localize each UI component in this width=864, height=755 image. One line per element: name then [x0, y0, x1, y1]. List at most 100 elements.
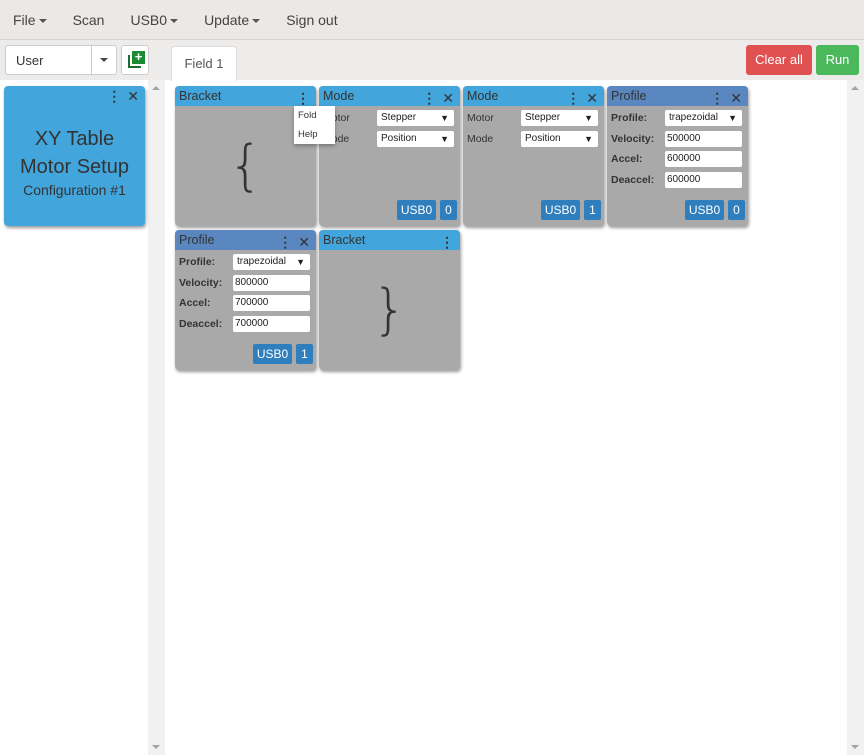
menu-update[interactable]: Update: [204, 11, 261, 28]
left-scrollbar[interactable]: [148, 80, 165, 755]
field-label: Mode: [467, 132, 494, 145]
configuration-card[interactable]: ⋮ ✕ XY Table Motor Setup Configuration #1: [4, 86, 145, 226]
more-vertical-icon[interactable]: ⋮: [440, 232, 454, 252]
config-subtitle: Configuration #1: [23, 182, 126, 198]
block-title: Bracket: [179, 89, 222, 103]
menu-item-fold[interactable]: Fold: [294, 106, 335, 125]
index-badge[interactable]: 1: [584, 200, 601, 220]
bracket-symbol: }: [372, 278, 407, 341]
workspace-scrollbar[interactable]: [847, 80, 864, 755]
field-select[interactable]: Position: [521, 130, 598, 147]
field-select[interactable]: Stepper: [521, 110, 598, 126]
config-title-line1: XY Table: [34, 128, 115, 150]
field-label: Deaccel:: [179, 317, 223, 330]
port-badge[interactable]: USB0: [253, 344, 292, 364]
scroll-down-icon[interactable]: [152, 745, 160, 749]
index-badge[interactable]: 0: [440, 200, 457, 220]
config-title-line2: Motor Setup: [20, 156, 129, 178]
user-select[interactable]: User: [5, 45, 117, 75]
block-title: Profile: [179, 233, 215, 247]
more-vertical-icon[interactable]: ⋮: [296, 88, 310, 108]
bracket-block[interactable]: Bracket ⋮}: [319, 230, 460, 370]
field-label: Profile:: [179, 256, 216, 268]
close-icon[interactable]: ✕: [298, 232, 310, 252]
add-field-button[interactable]: +: [121, 45, 149, 75]
more-vertical-icon[interactable]: ⋮: [710, 88, 724, 108]
menu-label: Sign out: [286, 11, 338, 28]
block-header: Profile ⋮ ✕: [175, 230, 316, 250]
field-select[interactable]: trapezoidal: [665, 110, 742, 126]
close-icon[interactable]: ✕: [730, 88, 742, 108]
field-label: Accel:: [179, 297, 211, 309]
menu-file[interactable]: File: [13, 12, 47, 28]
menu-label: Update: [204, 11, 250, 28]
clear-all-button[interactable]: Clear all: [746, 45, 812, 75]
run-button[interactable]: Run: [816, 45, 859, 75]
field-label: Motor: [467, 112, 494, 124]
menubar: File Scan USB0 Update Sign out: [0, 0, 864, 40]
field-select[interactable]: Position: [377, 130, 454, 147]
field-input[interactable]: 500000: [665, 130, 742, 147]
port-badge[interactable]: USB0: [541, 200, 580, 220]
plus-icon: +: [132, 50, 145, 64]
menu-scan[interactable]: Scan: [73, 12, 105, 28]
field-input[interactable]: 800000: [233, 274, 310, 291]
profile-block[interactable]: Profile⋮✕Profile:trapezoidalVelocity:800…: [175, 230, 316, 370]
header-icons: ⋮ ✕: [566, 88, 598, 108]
block-title: Profile: [611, 89, 647, 103]
mode-block[interactable]: Mode⋮✕MotorStepperModePositionUSB01: [463, 86, 604, 226]
mode-block[interactable]: Mode⋮✕MotorStepperModePositionUSB00: [319, 86, 460, 226]
close-icon[interactable]: ✕: [442, 88, 454, 108]
field-label: Accel:: [611, 153, 643, 165]
block-header: Mode ⋮ ✕: [319, 86, 460, 106]
scroll-down-icon[interactable]: [851, 745, 859, 749]
block-header: Profile ⋮ ✕: [607, 86, 748, 106]
menu-label: File: [13, 11, 36, 28]
block-header: Bracket ⋮: [319, 230, 460, 250]
close-icon[interactable]: ✕: [127, 88, 139, 105]
scroll-up-icon[interactable]: [152, 86, 160, 90]
field-label: Velocity:: [179, 276, 223, 289]
caret-down-icon: [170, 18, 179, 23]
field-select[interactable]: trapezoidal: [233, 254, 310, 270]
menu-item-help[interactable]: Help: [294, 125, 335, 144]
index-badge[interactable]: 1: [296, 344, 313, 364]
header-icons: ⋮: [296, 88, 310, 108]
field-input[interactable]: 600000: [665, 171, 742, 188]
caret-down-icon: [252, 18, 261, 23]
tab-field-1[interactable]: Field 1: [171, 46, 237, 81]
field-input[interactable]: 700000: [233, 315, 310, 332]
context-menu: Fold Help: [294, 106, 335, 144]
more-vertical-icon[interactable]: ⋮: [422, 88, 436, 108]
port-badge[interactable]: USB0: [685, 200, 724, 220]
more-vertical-icon[interactable]: ⋮: [566, 88, 580, 108]
menu-label: Scan: [72, 11, 105, 28]
block-title: Bracket: [323, 233, 366, 247]
menu-usb0[interactable]: USB0: [130, 11, 179, 28]
field-input[interactable]: 700000: [233, 295, 310, 311]
menu-label: USB0: [130, 11, 168, 28]
block-title: Mode: [323, 89, 355, 103]
port-badge[interactable]: USB0: [397, 200, 436, 220]
more-vertical-icon[interactable]: ⋮: [278, 232, 292, 252]
index-badge[interactable]: 0: [728, 200, 745, 220]
field-select[interactable]: Stepper: [377, 110, 454, 126]
block-title: Mode: [467, 89, 499, 103]
header-icons: ⋮ ✕: [278, 232, 310, 252]
header-icons: ⋮: [440, 232, 454, 252]
more-vertical-icon[interactable]: ⋮: [107, 88, 121, 105]
header-icons: ⋮ ✕: [422, 88, 454, 108]
field-label: Deaccel:: [611, 173, 655, 186]
chevron-down-icon[interactable]: [91, 46, 116, 74]
close-icon[interactable]: ✕: [586, 88, 598, 108]
field-input[interactable]: 600000: [665, 151, 742, 167]
menu-sign-out[interactable]: Sign out: [286, 12, 337, 28]
caret-down-icon: [38, 18, 47, 23]
user-select-value: User: [16, 53, 44, 68]
profile-block[interactable]: Profile⋮✕Profile:trapezoidalVelocity:500…: [607, 86, 748, 226]
field-label: Velocity:: [611, 132, 655, 145]
block-header: Bracket ⋮: [175, 86, 316, 106]
scroll-up-icon[interactable]: [851, 86, 859, 90]
header-icons: ⋮ ✕: [710, 88, 742, 108]
block-header: Mode ⋮ ✕: [463, 86, 604, 106]
